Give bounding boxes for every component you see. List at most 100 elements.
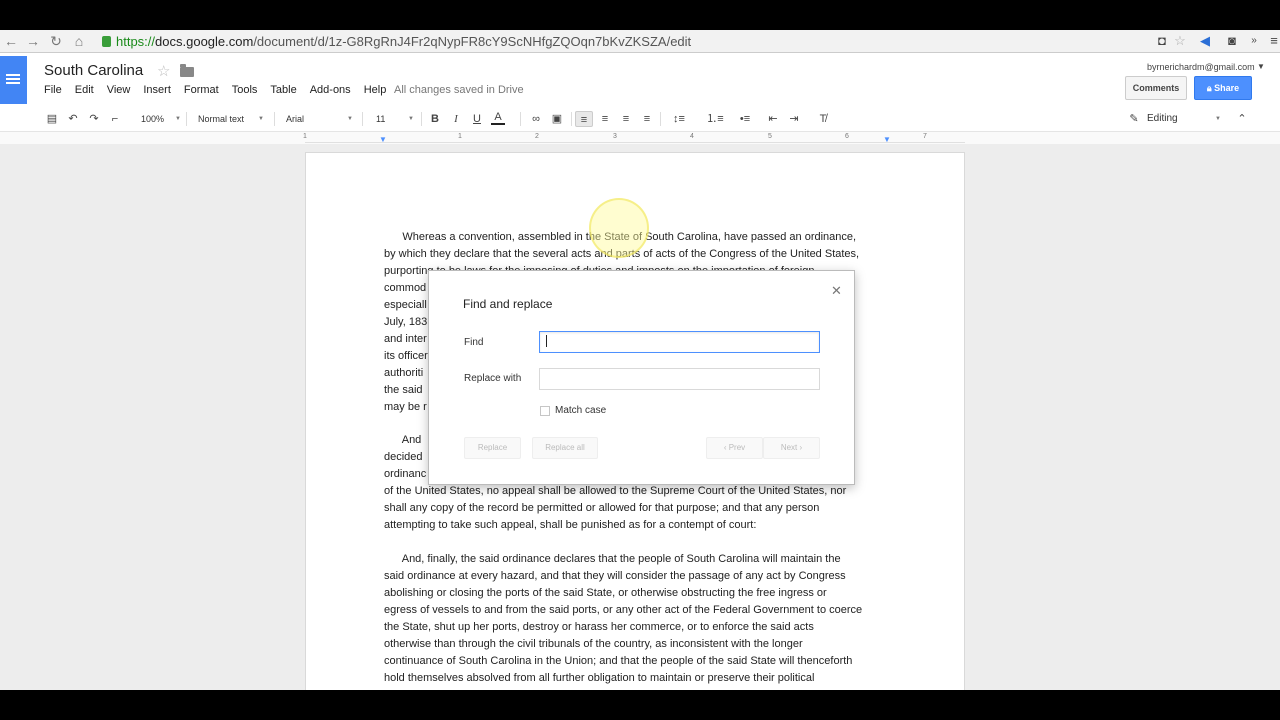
home-icon[interactable]: ⌂ [70, 32, 88, 50]
numbered-list-icon[interactable]: ⒈≡ [704, 111, 726, 127]
save-status[interactable]: All changes saved in Drive [394, 84, 524, 96]
menu-insert[interactable]: Insert [143, 84, 171, 100]
mouse-cursor-highlight [589, 198, 649, 258]
redo-icon[interactable]: ↷ [86, 111, 102, 127]
cast-icon[interactable]: ◘ [1154, 33, 1170, 49]
menu-file[interactable]: File [44, 84, 62, 100]
divider [520, 112, 521, 126]
bulleted-list-icon[interactable]: •≡ [734, 111, 756, 127]
align-left-icon[interactable]: ≡ [575, 111, 593, 127]
text-line: abolishing or closing the ports of the s… [384, 587, 827, 599]
divider [421, 112, 422, 126]
align-right-icon[interactable]: ≡ [619, 111, 633, 127]
extension-owl-icon[interactable]: ◙ [1224, 33, 1240, 49]
paragraph[interactable]: And, finally, the said ordinance declare… [384, 551, 894, 687]
text-line: otherwise than through the civil tribuna… [384, 638, 803, 650]
undo-icon[interactable]: ↶ [65, 111, 81, 127]
lock-icon [102, 36, 111, 47]
text-caret [546, 335, 547, 347]
more-extensions-icon[interactable]: » [1246, 33, 1262, 49]
increase-indent-icon[interactable]: ⇥ [787, 111, 801, 127]
menu-edit[interactable]: Edit [75, 84, 94, 100]
text-line: And, finally, the said ordinance declare… [384, 553, 841, 565]
document-title[interactable]: South Carolina [44, 62, 143, 79]
chrome-menu-icon[interactable]: ≡ [1266, 33, 1280, 49]
justify-icon[interactable]: ≡ [640, 111, 654, 127]
print-icon[interactable]: ▤ [44, 111, 60, 127]
menu-view[interactable]: View [107, 84, 131, 100]
decrease-indent-icon[interactable]: ⇤ [766, 111, 780, 127]
link-icon[interactable]: ∞ [528, 111, 544, 127]
right-indent-marker-icon[interactable]: ▼ [883, 135, 891, 144]
find-label: Find [464, 337, 484, 348]
align-center-icon[interactable]: ≡ [598, 111, 612, 127]
bold-icon[interactable]: B [429, 111, 441, 127]
editing-mode-dropdown[interactable]: Editing ▼ [1147, 111, 1221, 127]
chevron-down-icon: ▼ [175, 116, 181, 122]
menu-addons[interactable]: Add-ons [310, 84, 351, 100]
line-spacing-icon[interactable]: ↕≡ [668, 111, 690, 127]
address-bar[interactable]: https://docs.google.com/document/d/1z-G8… [96, 32, 1146, 51]
text-line: said ordinance at every hazard, and that… [384, 570, 846, 582]
ruler-tick: 1 [458, 133, 462, 140]
replace-input[interactable] [539, 368, 820, 390]
find-replace-dialog: Find and replace ✕ Find Replace with Mat… [428, 270, 855, 485]
left-indent-marker-icon[interactable]: ▼ [379, 135, 387, 144]
text-line: shall any copy of the record be permitte… [384, 502, 820, 514]
ruler-tick: 3 [613, 133, 617, 140]
browser-toolbar: ← → ↻ ⌂ https://docs.google.com/document… [0, 30, 1280, 53]
font-value: Arial [286, 114, 305, 124]
replace-label: Replace with [464, 373, 522, 384]
divider [274, 112, 275, 126]
chevron-down-icon: ▼ [258, 116, 264, 122]
menu-tools[interactable]: Tools [232, 84, 258, 100]
italic-icon[interactable]: I [450, 111, 462, 127]
underline-icon[interactable]: U [471, 111, 483, 127]
text-color-icon[interactable]: A [491, 111, 505, 125]
prev-button[interactable]: ‹ Prev [706, 437, 763, 459]
chevron-down-icon: ▼ [1215, 116, 1221, 122]
chevron-down-icon: ▼ [347, 116, 353, 122]
account-dropdown-icon[interactable]: ▼ [1257, 62, 1265, 71]
close-icon[interactable]: ✕ [831, 283, 842, 299]
comment-icon[interactable]: ▣ [550, 111, 564, 127]
text-line: continuance of South Carolina in the Uni… [384, 655, 853, 667]
match-case-label[interactable]: Match case [555, 405, 606, 416]
extension-megaphone-icon[interactable]: ◀ [1197, 33, 1213, 49]
back-icon[interactable]: ← [2, 32, 20, 50]
replace-all-button[interactable]: Replace all [532, 437, 598, 459]
star-icon[interactable]: ☆ [157, 62, 170, 80]
menu-format[interactable]: Format [184, 84, 219, 100]
docs-logo-icon[interactable] [0, 56, 27, 104]
url-scheme: https:// [116, 34, 156, 49]
replace-button[interactable]: Replace [464, 437, 521, 459]
bookmark-star-icon[interactable]: ☆ [1172, 33, 1188, 49]
ruler[interactable]: 1 1 2 3 4 5 6 7 ▼ ▼ [303, 133, 965, 144]
pencil-icon: ✎ [1129, 113, 1139, 125]
account-email[interactable]: byrnerichardm@gmail.com [1147, 62, 1255, 72]
collapse-menu-icon[interactable]: ⌃ [1236, 111, 1248, 127]
editing-mode-value: Editing [1147, 113, 1178, 124]
match-case-checkbox[interactable] [540, 406, 550, 416]
paint-format-icon[interactable]: ⌐ [107, 111, 123, 127]
chevron-down-icon: ▼ [408, 116, 414, 122]
zoom-dropdown[interactable]: 100% ▼ [141, 111, 181, 127]
font-dropdown[interactable]: Arial ▼ [286, 111, 353, 127]
find-input[interactable] [539, 331, 820, 353]
forward-icon[interactable]: → [24, 32, 42, 50]
letterbox-bar [0, 690, 1280, 720]
share-button[interactable]: 🔒︎ Share [1194, 76, 1252, 100]
share-label: Share [1214, 83, 1240, 93]
next-button[interactable]: Next › [763, 437, 820, 459]
menu-help[interactable]: Help [364, 84, 387, 100]
comments-button[interactable]: Comments [1125, 76, 1187, 100]
style-dropdown[interactable]: Normal text ▼ [198, 111, 264, 127]
screen: ← → ↻ ⌂ https://docs.google.com/document… [0, 30, 1280, 690]
text-line: the State, shut up her ports, destroy or… [384, 621, 814, 633]
menu-table[interactable]: Table [270, 84, 296, 100]
reload-icon[interactable]: ↻ [47, 32, 65, 50]
folder-icon[interactable] [180, 64, 194, 77]
ruler-tick: 1 [303, 133, 307, 140]
font-size-dropdown[interactable]: 11 ▼ [376, 111, 414, 127]
clear-formatting-icon[interactable]: T̸ [816, 111, 830, 127]
